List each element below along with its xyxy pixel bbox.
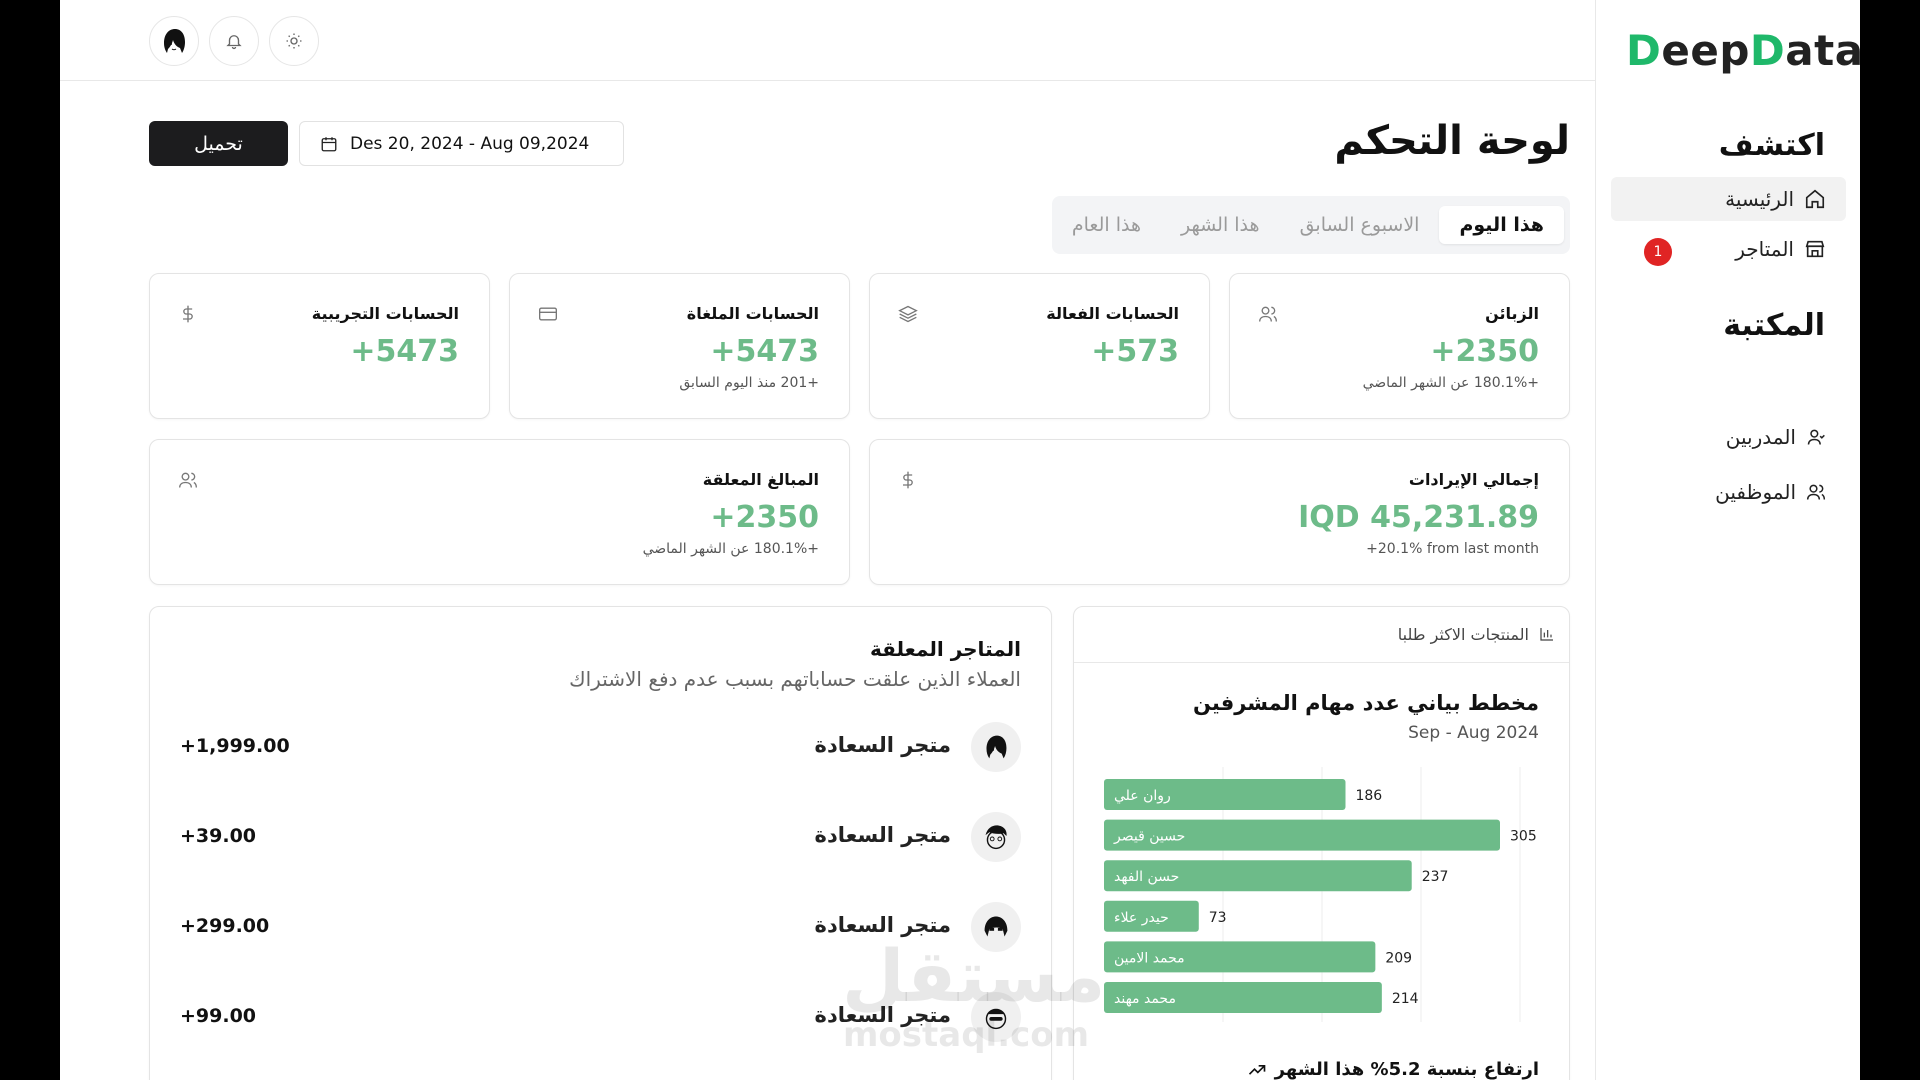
stat-card-cancelled-accounts: الحسابات الملغاة +5473 +201 منذ اليوم ال… [509, 273, 850, 419]
download-button[interactable]: تحميل [149, 121, 288, 166]
layers-icon [898, 305, 918, 323]
avatar [971, 902, 1021, 952]
avatar[interactable] [149, 16, 199, 66]
tab-this-month[interactable]: هذا الشهر [1161, 206, 1280, 244]
stat-value: +5473 [350, 334, 459, 369]
home-icon [1805, 189, 1825, 209]
chart-value-label: 305 [1510, 829, 1537, 845]
tab-this-year[interactable]: هذا العام [1052, 206, 1161, 244]
sidebar-item-label: المدربين [1725, 425, 1796, 449]
stat-card-pending-amounts: المبالغ المعلقة +2350 +180.1% عن الشهر ا… [149, 439, 850, 585]
list-item[interactable]: +299.00 متجر السعادة [180, 902, 1021, 952]
logo[interactable]: DeepData [1626, 26, 1860, 75]
bar-chart-icon [1540, 628, 1553, 641]
bar-chart: روان علي 186 حسين قيصر 305 حسن الفهد 237 حيدر … [1104, 767, 1537, 1022]
sidebar-item-stores[interactable]: 1 المتاجر [1611, 227, 1846, 271]
users-icon [179, 472, 197, 488]
chart-category-label: روان علي [1114, 788, 1171, 804]
section-subtitle: العملاء الذين علقت حساباتهم بسبب عدم دفع… [569, 667, 1021, 691]
chart-title: مخطط بياني عدد مهام المشرفين [1192, 691, 1539, 715]
chart-value-label: 73 [1209, 910, 1227, 926]
bell-icon [226, 35, 242, 50]
avatar [971, 812, 1021, 862]
date-range-picker[interactable]: Des 20, 2024 - Aug 09,2024 [299, 121, 624, 166]
top-products-card: المنتجات الاكثر طلبا مخطط بياني عدد مهام… [1073, 606, 1570, 1080]
chart-subtitle: Sep - Aug 2024 [1408, 723, 1539, 743]
chart-value-label: 209 [1385, 950, 1412, 966]
users-icon [1806, 484, 1826, 500]
sidebar-heading-library: المكتبة [1723, 308, 1825, 343]
list-item[interactable]: +1,999.00 متجر السعادة [180, 722, 1021, 772]
topbar [60, 0, 1595, 81]
calendar-icon [321, 136, 337, 151]
app-window: DeepData اكتشف الرئيسية 1 المتاجر المكتب… [60, 0, 1860, 1080]
stat-subtext: +20.1% from last month [1366, 541, 1539, 557]
sidebar: DeepData اكتشف الرئيسية 1 المتاجر المكتب… [1595, 0, 1860, 1080]
tab-today[interactable]: هذا اليوم [1439, 206, 1564, 244]
stat-value: +573 [1091, 334, 1179, 369]
sidebar-heading-explore: اكتشف [1718, 128, 1825, 163]
stat-value: +2350 [710, 500, 819, 535]
chart-category-label: محمد الامين [1114, 950, 1185, 966]
sidebar-item-label: الرئيسية [1725, 187, 1794, 211]
sidebar-item-employees[interactable]: الموظفين [1611, 470, 1846, 514]
avatar [971, 722, 1021, 772]
dollar-icon [903, 471, 913, 489]
user-avatar-icon [985, 825, 1007, 850]
sidebar-item-label: المتاجر [1735, 237, 1794, 261]
list-item[interactable]: +99.00 متجر السعادة [180, 992, 1021, 1042]
user-avatar-icon [986, 735, 1007, 759]
list-item[interactable]: +39.00 متجر السعادة [180, 812, 1021, 862]
chart-value-label: 186 [1355, 788, 1382, 804]
stat-value: IQD 45,231.89 [1298, 500, 1539, 535]
stat-card-customers: الزبائن +2350 +180.1% عن الشهر الماضي [1229, 273, 1570, 419]
tab-last-week[interactable]: الاسبوع السابق [1280, 206, 1440, 244]
store-icon [1805, 240, 1825, 258]
dollar-icon [183, 305, 193, 323]
main-content: تحميل Des 20, 2024 - Aug 09,2024 لوحة ال… [60, 0, 1595, 1080]
user-avatar-icon [155, 22, 193, 60]
chart-category-label: حسين قيصر [1113, 829, 1185, 845]
chart-value-label: 237 [1422, 869, 1449, 885]
stat-value: +2350 [1430, 334, 1539, 369]
user-icon [1807, 429, 1825, 445]
theme-toggle-button[interactable] [269, 16, 319, 66]
trending-up-icon [1248, 1064, 1265, 1075]
user-avatar-icon [984, 916, 1008, 937]
user-avatar-icon [985, 1008, 1007, 1030]
sidebar-item-label: الموظفين [1715, 480, 1796, 504]
card-icon [539, 307, 557, 321]
sidebar-item-trainers[interactable]: المدربين [1611, 415, 1846, 459]
stat-subtext: +180.1% عن الشهر الماضي [1362, 375, 1539, 391]
chart-category-label: حيدر علاء [1114, 910, 1169, 926]
stat-subtext: +201 منذ اليوم السابق [679, 375, 819, 391]
notification-badge: 1 [1644, 238, 1672, 266]
chart-category-label: محمد مهند [1114, 991, 1176, 1007]
sun-icon [286, 33, 302, 49]
stat-card-total-revenue: إجمالي الإيرادات IQD 45,231.89 +20.1% fr… [869, 439, 1570, 585]
sidebar-item-home[interactable]: الرئيسية [1611, 177, 1846, 221]
stat-card-active-accounts: الحسابات الفعالة +573 [869, 273, 1210, 419]
stat-value: +5473 [710, 334, 819, 369]
trend-note: ارتفاع بنسبة 5.2% هذا الشهر [1247, 1059, 1539, 1080]
section-title: المتاجر المعلقة [869, 637, 1021, 661]
date-range-text: Des 20, 2024 - Aug 09,2024 [350, 133, 590, 154]
stat-subtext: +180.1% عن الشهر الماضي [642, 541, 819, 557]
stat-card-trial-accounts: الحسابات التجريبية +5473 [149, 273, 490, 419]
page-title: لوحة التحكم [1334, 118, 1570, 164]
notifications-button[interactable] [209, 16, 259, 66]
period-tabs: هذا اليوم الاسبوع السابق هذا الشهر هذا ا… [1052, 196, 1570, 254]
suspended-stores-card: المتاجر المعلقة العملاء الذين علقت حسابا… [149, 606, 1052, 1080]
chart-value-label: 214 [1392, 991, 1419, 1007]
chart-category-label: حسن الفهد [1114, 869, 1179, 885]
card-header: المنتجات الاكثر طلبا [1074, 607, 1569, 663]
avatar [971, 992, 1021, 1042]
users-icon [1259, 306, 1277, 322]
